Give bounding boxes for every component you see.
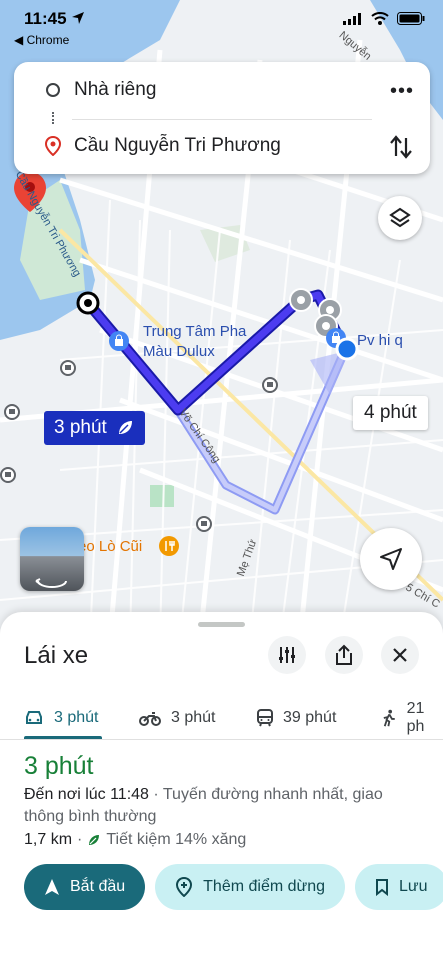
bus-stop-icon (60, 360, 76, 376)
fuel-savings: Tiết kiệm 14% xăng (106, 831, 247, 848)
add-stop-button-label: Thêm điểm dừng (203, 878, 326, 895)
poi-label[interactable]: Trung Tâm Pha Màu Dulux (143, 322, 246, 362)
transit-icon (257, 709, 273, 727)
tune-icon (279, 647, 295, 663)
tab-driving[interactable]: 3 phút (24, 696, 98, 740)
close-button[interactable] (381, 636, 419, 674)
status-time-text: 11:45 (24, 9, 67, 28)
tab-label: 21 ph (406, 700, 425, 735)
tab-label: 39 phút (283, 709, 337, 726)
restaurant-icon[interactable] (158, 535, 180, 557)
signal-icon (343, 12, 361, 25)
add-stop-button[interactable]: Thêm điểm dừng (155, 864, 346, 910)
poi-label-line: Màu Dulux (143, 343, 215, 360)
layers-button[interactable] (378, 196, 422, 240)
route-details: Đến nơi lúc 11:48 · Tuyến đường nhanh nh… (24, 784, 424, 828)
poi-label[interactable]: Pv hi q (357, 331, 403, 351)
eco-leaf-icon (89, 835, 100, 845)
route-time-label-primary[interactable]: 3 phút (44, 411, 145, 445)
origin-row[interactable]: Nhà riêng (14, 68, 430, 112)
car-icon (26, 711, 42, 724)
destination-row[interactable]: Cầu Nguyễn Tri Phương (14, 124, 430, 168)
current-location-icon[interactable] (335, 337, 359, 361)
arrival-time: Đến nơi lúc 11:48 (24, 786, 149, 803)
street-view-icon (35, 578, 67, 588)
bus-stop-icon (262, 377, 278, 393)
divider (72, 119, 372, 120)
action-buttons: Bắt đầu Thêm điểm dừng Lưu (24, 864, 443, 910)
navigation-arrow-icon (380, 548, 402, 570)
route-distance: 1,7 km (24, 831, 73, 848)
route-duration: 3 phút (24, 752, 94, 780)
directions-bottom-sheet: Lái xe 3 phút 3 phút 39 phút 21 ph 3 phú… (0, 612, 443, 960)
sheet-title: Lái xe (24, 642, 89, 669)
wifi-icon (371, 12, 389, 25)
location-pin-icon (45, 136, 61, 156)
drag-handle[interactable] (198, 622, 245, 627)
bus-stop-icon (4, 404, 20, 420)
start-button-label: Bắt đầu (70, 878, 126, 895)
separator: · (77, 831, 83, 848)
location-arrow-icon (72, 12, 85, 24)
route-options-button[interactable] (268, 636, 306, 674)
swap-icon[interactable] (390, 134, 412, 160)
back-to-app[interactable]: ◀ Chrome (14, 33, 69, 47)
status-icons (343, 12, 425, 25)
tab-motorbike[interactable]: 3 phút (139, 696, 215, 740)
route-distance-row: 1,7 km · Tiết kiệm 14% xăng (24, 831, 246, 849)
status-bar: 11:45 ◀ Chrome (0, 0, 443, 52)
active-tab-indicator (24, 736, 102, 739)
tab-label: 3 phút (171, 709, 216, 726)
street-view-thumbnail[interactable] (20, 527, 84, 591)
eco-leaf-icon (118, 421, 132, 434)
navigation-button[interactable] (360, 528, 422, 590)
motorbike-icon (139, 712, 161, 726)
travel-mode-tabs: 3 phút 3 phút 39 phút 21 ph (0, 696, 443, 740)
bookmark-icon (376, 879, 389, 896)
battery-icon (397, 12, 425, 25)
status-time: 11:45 (24, 9, 85, 29)
start-button[interactable]: Bắt đầu (24, 864, 146, 910)
origin-field[interactable]: Nhà riêng (74, 79, 156, 101)
poi-label[interactable]: eo Lò Cũi (78, 537, 142, 557)
bus-stop-icon (196, 516, 212, 532)
directions-search-card: Nhà riêng Cầu Nguyễn Tri Phương ••• (14, 62, 430, 174)
route-time-label-alt[interactable]: 4 phút (353, 396, 428, 430)
add-location-icon (176, 877, 193, 897)
tab-transit[interactable]: 39 phút (257, 696, 336, 740)
waypoint-icon[interactable] (289, 288, 313, 312)
share-icon (336, 644, 352, 665)
destination-field[interactable]: Cầu Nguyễn Tri Phương (74, 135, 281, 157)
share-button[interactable] (325, 636, 363, 674)
save-button[interactable]: Lưu (355, 864, 443, 910)
origin-circle-icon (46, 83, 60, 97)
navigation-arrow-icon (45, 879, 59, 895)
route-dots-icon (52, 112, 55, 124)
tab-label: 3 phút (54, 709, 99, 726)
save-button-label: Lưu (399, 878, 428, 895)
tab-walking[interactable]: 21 ph (382, 696, 443, 740)
more-options-icon[interactable]: ••• (390, 80, 414, 103)
walk-icon (383, 709, 395, 727)
shopping-bag-icon[interactable] (108, 330, 130, 352)
close-icon (393, 648, 407, 662)
layers-icon (389, 207, 411, 228)
origin-marker-icon[interactable] (76, 291, 100, 315)
route-time-text: 3 phút (54, 417, 107, 438)
bus-stop-icon (0, 467, 16, 483)
poi-label-line: Trung Tâm Pha (143, 323, 247, 340)
